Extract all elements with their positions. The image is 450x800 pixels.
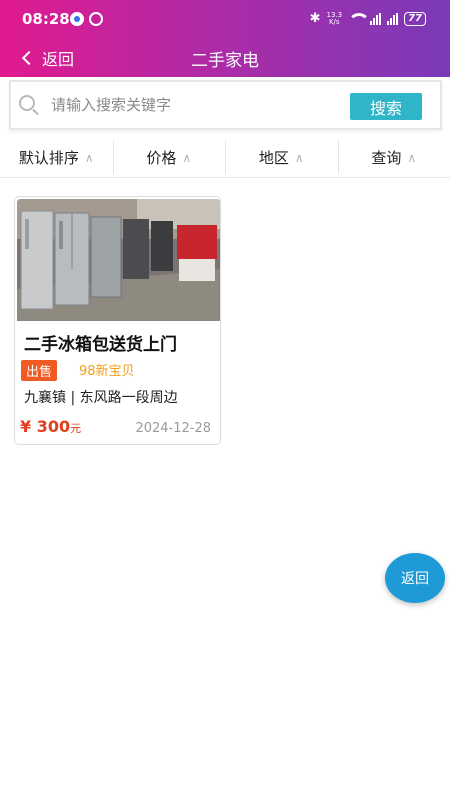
price-unit: 元: [70, 422, 82, 435]
listing-photo: [17, 199, 220, 321]
search-icon: [19, 95, 35, 111]
nav-bar: 返回 二手家电: [0, 40, 450, 76]
signal-icon: [387, 12, 399, 25]
filter-bar: 默认排序 ∧ 价格 ∧ 地区 ∧ 查询 ∧: [0, 138, 450, 178]
filter-query[interactable]: 查询 ∧: [337, 138, 450, 177]
status-left-icons: [70, 12, 103, 26]
listing-card[interactable]: 二手冰箱包送货上门 出售 98新宝贝 九襄镇 | 东风路一段周边 ¥ 300元 …: [14, 196, 221, 445]
price-symbol: ¥: [20, 417, 32, 436]
eye-notification-icon: [70, 12, 84, 26]
header-bar: 08:28 ✱ 13.3 K/s 77 返回 二手家电: [0, 0, 450, 77]
listing-title: 二手冰箱包送货上门: [24, 335, 177, 355]
chevron-up-icon: ∧: [407, 150, 417, 165]
price-value: 300: [36, 417, 71, 436]
network-speed-unit: K/s: [328, 17, 340, 26]
listing-date: 2024-12-28: [135, 421, 211, 436]
listing-condition: 98新宝贝: [79, 364, 135, 379]
filter-default-sort[interactable]: 默认排序 ∧: [0, 138, 113, 177]
search-button[interactable]: 搜索: [350, 93, 422, 120]
wifi-icon: [348, 12, 371, 25]
bluetooth-icon: ✱: [309, 11, 321, 26]
search-input[interactable]: [51, 92, 341, 118]
filter-region[interactable]: 地区 ∧: [225, 138, 338, 177]
alarm-icon: [89, 12, 103, 26]
filter-label: 查询: [371, 149, 402, 167]
battery-indicator: 77: [404, 11, 426, 26]
signal-icon: [370, 12, 382, 25]
listing-location: 九襄镇 | 东风路一段周边: [24, 390, 178, 406]
listing-price: ¥ 300元: [20, 417, 81, 436]
page-title: 二手家电: [191, 51, 259, 71]
filter-price[interactable]: 价格 ∧: [112, 138, 226, 177]
network-speed: 13.3 K/s: [326, 11, 342, 26]
listing-type-badge: 出售: [21, 360, 58, 381]
status-right-icons: ✱ 13.3 K/s 77: [310, 11, 426, 26]
filter-label: 默认排序: [18, 149, 79, 167]
status-time: 08:28: [22, 10, 70, 28]
status-bar: 08:28 ✱ 13.3 K/s 77: [0, 0, 450, 40]
chevron-up-icon: ∧: [294, 150, 304, 165]
floating-back-button[interactable]: 返回: [385, 553, 445, 603]
chevron-up-icon: ∧: [182, 150, 192, 165]
filter-label: 价格: [146, 149, 177, 167]
refrigerator-photo-icon: [17, 199, 220, 321]
search-bar: 搜索: [9, 80, 442, 130]
filter-label: 地区: [258, 149, 289, 167]
chevron-up-icon: ∧: [84, 150, 94, 165]
